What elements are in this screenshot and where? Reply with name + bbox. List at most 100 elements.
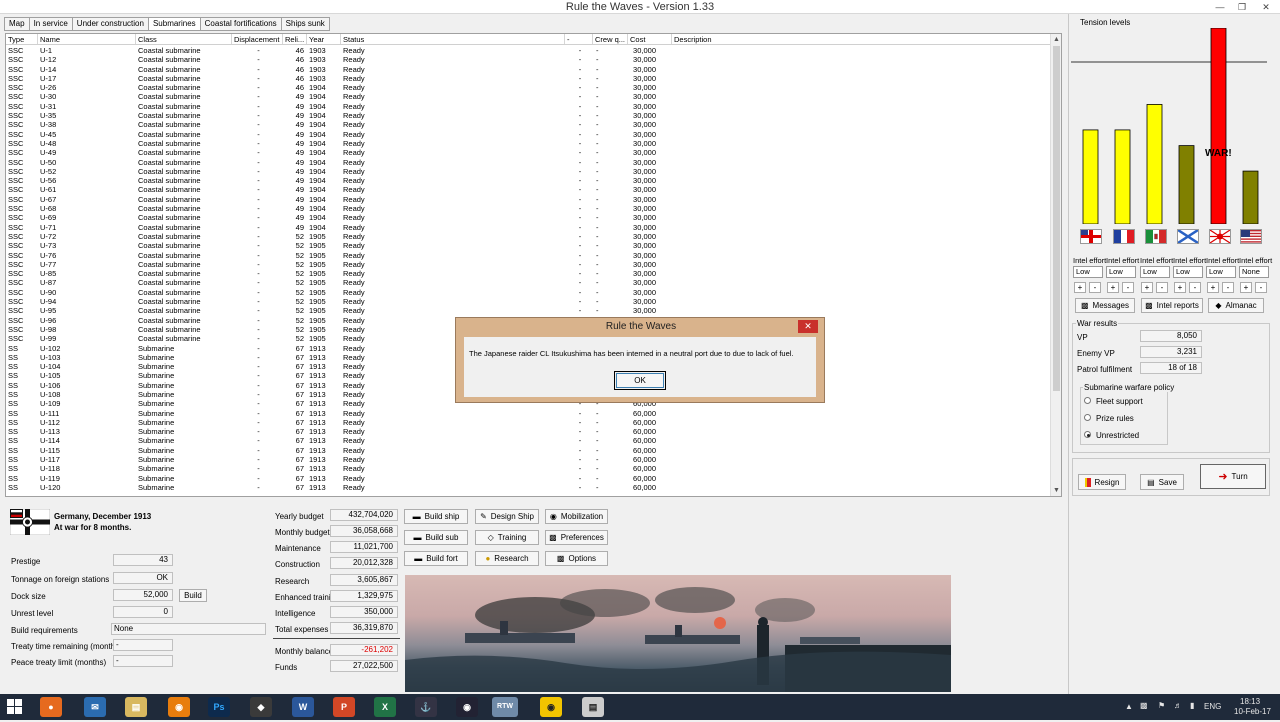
unrestricted-radio[interactable] (1084, 431, 1091, 438)
anchor-app-icon[interactable]: ⚓ (415, 697, 437, 717)
table-row[interactable]: SSC U-71 Coastal submarine - 49 1904 Ready - - 30… (6, 223, 1051, 232)
almanac-button[interactable]: ◆ Almanac (1208, 298, 1264, 313)
notepad-icon[interactable]: ▤ (582, 697, 604, 717)
intel-increase-button[interactable]: + (1174, 282, 1186, 293)
table-row[interactable]: SSC U-30 Coastal submarine - 49 1904 Ready - - 30… (6, 92, 1051, 101)
battery-icon[interactable]: ▮ (1190, 701, 1194, 710)
table-row[interactable]: SSC U-68 Coastal submarine - 49 1904 Ready - - 30… (6, 204, 1051, 213)
tab-map[interactable]: Map (4, 17, 30, 31)
tab-ships-sunk[interactable]: Ships sunk (280, 17, 330, 31)
clock-time[interactable]: 18:13 (1240, 697, 1260, 706)
mobilization-button[interactable]: ◉ Mobilization (545, 509, 608, 524)
file-explorer-icon[interactable]: ▤ (125, 697, 147, 717)
rule-the-waves-icon[interactable]: RTW (492, 697, 518, 717)
tab-in-service[interactable]: In service (28, 17, 73, 31)
table-row[interactable]: SSC U-26 Coastal submarine - 46 1904 Ready - - 30… (6, 83, 1051, 92)
powerpoint-icon[interactable]: P (333, 697, 355, 717)
turn-button[interactable]: ➜ Turn (1200, 464, 1266, 489)
blender-icon[interactable]: ◉ (168, 697, 190, 717)
table-scrollbar[interactable]: ▲ ▼ (1050, 34, 1061, 496)
intel-increase-button[interactable]: + (1207, 282, 1219, 293)
table-row[interactable]: SSC U-76 Coastal submarine - 52 1905 Ready - - 30… (6, 251, 1051, 260)
table-row[interactable]: SSC U-45 Coastal submarine - 49 1904 Ready - - 30… (6, 130, 1051, 139)
intel-decrease-button[interactable]: - (1156, 282, 1168, 293)
dialog-close-icon[interactable]: ✕ (798, 320, 818, 333)
intel-increase-button[interactable]: + (1107, 282, 1119, 293)
column-type[interactable]: Type (6, 34, 38, 44)
table-row[interactable]: SS U-114 Submarine - 67 1913 Ready - - 60,000 (6, 436, 1051, 445)
preferences-button[interactable]: ▩ Preferences (545, 530, 608, 545)
table-row[interactable]: SSC U-52 Coastal submarine - 49 1904 Ready - - 30… (6, 167, 1051, 176)
table-row[interactable]: SSC U-90 Coastal submarine - 52 1905 Ready - - 30… (6, 288, 1051, 297)
firefox-icon[interactable]: ● (40, 697, 62, 717)
table-row[interactable]: SS U-111 Submarine - 67 1913 Ready - - 60,000 (6, 409, 1051, 418)
table-row[interactable]: SSC U-50 Coastal submarine - 49 1904 Ready - - 30… (6, 158, 1051, 167)
restore-icon[interactable]: ❐ (1230, 0, 1254, 14)
word-icon[interactable]: W (292, 697, 314, 717)
table-row[interactable]: SSC U-35 Coastal submarine - 49 1904 Ready - - 30… (6, 111, 1051, 120)
table-row[interactable]: SSC U-72 Coastal submarine - 52 1905 Ready - - 30… (6, 232, 1051, 241)
intel-decrease-button[interactable]: - (1255, 282, 1267, 293)
table-row[interactable]: SS U-117 Submarine - 67 1913 Ready - - 60,000 (6, 455, 1051, 464)
table-row[interactable]: SSC U-38 Coastal submarine - 49 1904 Ready - - 30… (6, 120, 1051, 129)
table-row[interactable]: SSC U-87 Coastal submarine - 52 1905 Ready - - 30… (6, 278, 1051, 287)
tab-coastal-fortifications[interactable]: Coastal fortifications (199, 17, 282, 31)
build-dock-button[interactable]: Build (179, 589, 207, 602)
column-dash[interactable]: - (565, 34, 593, 44)
research-button[interactable]: ● Research (475, 551, 539, 566)
intel-reports-button[interactable]: ▩ Intel reports (1141, 298, 1203, 313)
minimize-icon[interactable]: — (1208, 0, 1232, 14)
save-button[interactable]: ▤ Save (1140, 474, 1184, 490)
tray-up-icon[interactable]: ▲ (1125, 702, 1133, 711)
column-crew[interactable]: Crew q... (593, 34, 628, 44)
intel-increase-button[interactable]: + (1074, 282, 1086, 293)
scroll-down-icon[interactable]: ▼ (1051, 485, 1061, 496)
table-row[interactable]: SS U-118 Submarine - 67 1913 Ready - - 60,000 (6, 464, 1051, 473)
tab-under-construction[interactable]: Under construction (71, 17, 149, 31)
training-button[interactable]: ◇ Training (475, 530, 539, 545)
intel-decrease-button[interactable]: - (1122, 282, 1134, 293)
scroll-up-icon[interactable]: ▲ (1051, 34, 1061, 45)
photoshop-icon[interactable]: Ps (208, 697, 230, 717)
table-row[interactable]: SS U-120 Submarine - 67 1913 Ready - - 60,000 (6, 483, 1051, 492)
column-description[interactable]: Description (672, 34, 1051, 44)
clock-date[interactable]: 10-Feb-17 (1234, 707, 1271, 716)
build-sub-button[interactable]: ▬ Build sub (404, 530, 468, 545)
table-row[interactable]: SSC U-77 Coastal submarine - 52 1905 Ready - - 30… (6, 260, 1051, 269)
steam-icon[interactable]: ◉ (456, 697, 478, 717)
close-icon[interactable]: ✕ (1254, 0, 1278, 14)
design-ship-button[interactable]: ✎ Design Ship (475, 509, 539, 524)
game-icon[interactable]: ◆ (250, 697, 272, 717)
resign-button[interactable]: Resign (1078, 474, 1126, 490)
intel-increase-button[interactable]: + (1141, 282, 1153, 293)
column-displacement[interactable]: Displacement (232, 34, 283, 44)
table-row[interactable]: SSC U-94 Coastal submarine - 52 1905 Ready - - 30… (6, 297, 1051, 306)
table-row[interactable]: SSC U-17 Coastal submarine - 46 1903 Ready - - 30… (6, 74, 1051, 83)
options-button[interactable]: ▩ Options (545, 551, 608, 566)
fleet-support-radio[interactable] (1084, 397, 1091, 404)
table-row[interactable]: SSC U-67 Coastal submarine - 49 1904 Ready - - 30… (6, 195, 1051, 204)
intel-decrease-button[interactable]: - (1222, 282, 1234, 293)
table-row[interactable]: SSC U-49 Coastal submarine - 49 1904 Ready - - 30… (6, 148, 1051, 157)
intel-decrease-button[interactable]: - (1089, 282, 1101, 293)
column-cost[interactable]: Cost (628, 34, 672, 44)
excel-icon[interactable]: X (374, 697, 396, 717)
thunderbird-icon[interactable]: ✉ (84, 697, 106, 717)
language-indicator[interactable]: ENG (1204, 702, 1221, 711)
dialog-ok-button[interactable]: OK (614, 371, 666, 390)
speaker-icon[interactable]: ♬ (1174, 701, 1182, 710)
table-row[interactable]: SSC U-69 Coastal submarine - 49 1904 Ready - - 30… (6, 213, 1051, 222)
table-row[interactable]: SSC U-73 Coastal submarine - 52 1905 Ready - - 30… (6, 241, 1051, 250)
column-status[interactable]: Status (341, 34, 565, 44)
messages-button[interactable]: ▩ Messages (1075, 298, 1135, 313)
tab-submarines[interactable]: Submarines (147, 17, 201, 31)
column-name[interactable]: Name (38, 34, 136, 44)
table-row[interactable]: SSC U-31 Coastal submarine - 49 1904 Ready - - 30… (6, 102, 1051, 111)
build-ship-button[interactable]: ▬ Build ship (404, 509, 468, 524)
table-row[interactable]: SSC U-14 Coastal submarine - 46 1903 Ready - - 30… (6, 65, 1051, 74)
table-row[interactable]: SSC U-95 Coastal submarine - 52 1905 Ready - - 30… (6, 306, 1051, 315)
table-row[interactable]: SS U-115 Submarine - 67 1913 Ready - - 60,000 (6, 446, 1051, 455)
network-icon[interactable]: ▩ (1140, 701, 1148, 710)
table-row[interactable]: SSC U-48 Coastal submarine - 49 1904 Ready - - 30… (6, 139, 1051, 148)
prize-rules-radio[interactable] (1084, 414, 1091, 421)
